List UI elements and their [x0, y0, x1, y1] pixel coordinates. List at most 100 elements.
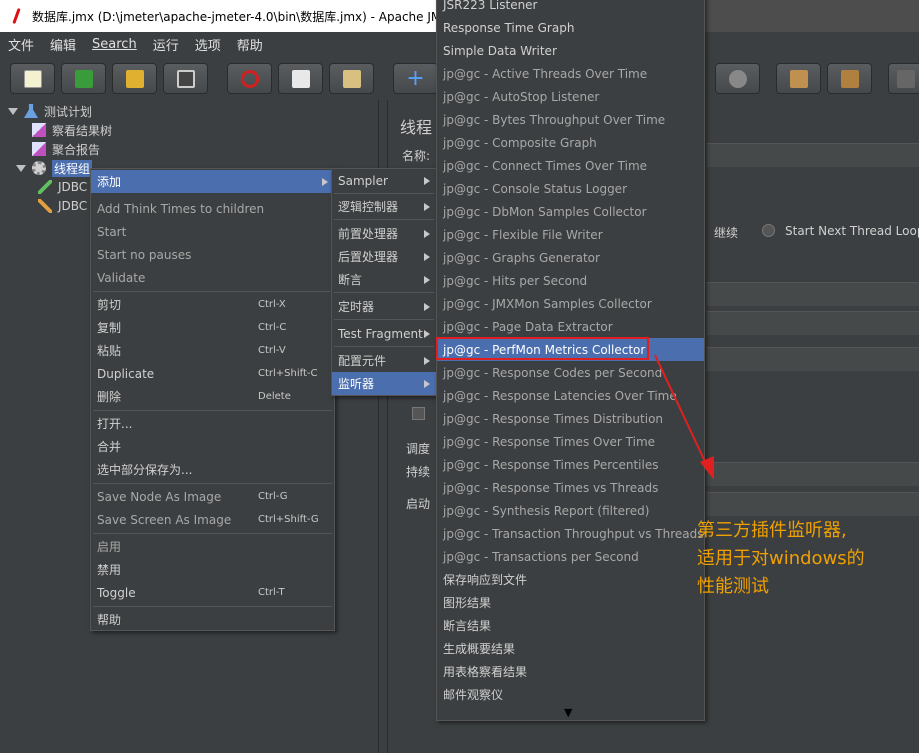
- listener-item[interactable]: jp@gc - Composite Graph: [437, 131, 704, 154]
- radio-continue[interactable]: 继续: [714, 224, 738, 241]
- listener-item[interactable]: jp@gc - JMXMon Samples Collector: [437, 292, 704, 315]
- submenu-item-assertion[interactable]: 断言: [332, 268, 436, 291]
- submenu-item-sampler[interactable]: Sampler: [332, 169, 436, 192]
- menu-item-toggle[interactable]: Toggle Ctrl-T: [91, 581, 334, 604]
- tree-node-test-plan[interactable]: 测试计划: [8, 102, 92, 120]
- startup-delay-field[interactable]: [706, 492, 919, 516]
- listener-item[interactable]: JSR223 Listener: [437, 0, 704, 16]
- search-button[interactable]: [888, 63, 919, 94]
- menu-search[interactable]: Search: [92, 37, 137, 52]
- submenu-arrow-icon: [424, 379, 430, 388]
- listener-item[interactable]: 保存响应到文件: [437, 568, 704, 591]
- menu-help[interactable]: 帮助: [237, 35, 263, 54]
- radio-start-next-loop[interactable]: Start Next Thread Loop: [785, 224, 919, 238]
- tree-node-jdbc-1[interactable]: JDBC: [38, 178, 87, 196]
- menu-item-validate[interactable]: Validate: [91, 266, 334, 289]
- menu-item-label: jp@gc - DbMon Samples Collector: [443, 204, 647, 219]
- menu-item-delete[interactable]: 删除 Delete: [91, 385, 334, 408]
- menu-item-duplicate[interactable]: Duplicate Ctrl+Shift-C: [91, 362, 334, 385]
- listener-item[interactable]: Simple Data Writer: [437, 39, 704, 62]
- listener-item[interactable]: jp@gc - Transactions per Second: [437, 545, 704, 568]
- expand-button[interactable]: +: [393, 63, 438, 94]
- menu-item-start-no-pauses[interactable]: Start no pauses: [91, 243, 334, 266]
- menu-run[interactable]: 运行: [153, 35, 179, 54]
- scroll-down-arrow-icon[interactable]: ▼: [564, 706, 572, 719]
- listener-item[interactable]: jp@gc - Bytes Throughput Over Time: [437, 108, 704, 131]
- menu-item-label: Validate: [97, 270, 146, 285]
- duration-field[interactable]: [706, 462, 919, 486]
- tree-node-thread-group[interactable]: 线程组: [16, 159, 93, 177]
- menu-item-label: 合并: [97, 440, 122, 454]
- listener-item[interactable]: jp@gc - DbMon Samples Collector: [437, 200, 704, 223]
- menu-item-add[interactable]: 添加: [91, 170, 334, 193]
- listener-item[interactable]: jp@gc - Transaction Throughput vs Thread…: [437, 522, 704, 545]
- menu-item-cut[interactable]: 剪切 Ctrl-X: [91, 293, 334, 316]
- listener-item[interactable]: 用表格察看结果: [437, 660, 704, 683]
- clear-all-button[interactable]: [827, 63, 872, 94]
- tree-node-view-results-tree[interactable]: 察看结果树: [32, 121, 112, 139]
- menu-item-disable[interactable]: 禁用: [91, 558, 334, 581]
- menu-item-save-selection-as[interactable]: 选中部分保存为...: [91, 458, 334, 481]
- listener-item[interactable]: jp@gc - Hits per Second: [437, 269, 704, 292]
- menu-file[interactable]: 文件: [8, 35, 34, 54]
- listener-item[interactable]: 生成概要结果: [437, 637, 704, 660]
- templates-button[interactable]: [61, 63, 106, 94]
- submenu-item-timer[interactable]: 定时器: [332, 295, 436, 318]
- templates-icon: [74, 69, 93, 88]
- listener-item[interactable]: 图形结果: [437, 591, 704, 614]
- listener-item[interactable]: jp@gc - Connect Times Over Time: [437, 154, 704, 177]
- input-field[interactable]: [706, 282, 919, 306]
- menu-item-paste[interactable]: 粘贴 Ctrl-V: [91, 339, 334, 362]
- listener-item[interactable]: jp@gc - Synthesis Report (filtered): [437, 499, 704, 522]
- menu-item-open[interactable]: 打开...: [91, 412, 334, 435]
- menu-item-label: Duplicate: [97, 366, 155, 381]
- tree-node-aggregate-report[interactable]: 聚合报告: [32, 140, 100, 158]
- listener-item[interactable]: 断言结果: [437, 614, 704, 637]
- new-button[interactable]: [10, 63, 55, 94]
- name-field[interactable]: [706, 143, 919, 167]
- menu-item-label: 断言结果: [443, 619, 492, 633]
- menu-item-help[interactable]: 帮助: [91, 608, 334, 631]
- radio-icon[interactable]: [762, 224, 775, 237]
- submenu-item-config-element[interactable]: 配置元件: [332, 349, 436, 372]
- menu-shortcut: Ctrl-X: [258, 299, 286, 310]
- submenu-item-pre-processor[interactable]: 前置处理器: [332, 222, 436, 245]
- paste-button[interactable]: [329, 63, 374, 94]
- tree-node-jdbc-2[interactable]: JDBC: [38, 197, 87, 215]
- copy-button[interactable]: [278, 63, 323, 94]
- listener-item[interactable]: Response Time Graph: [437, 16, 704, 39]
- scheduler-checkbox[interactable]: [412, 407, 425, 420]
- cut-button[interactable]: [227, 63, 272, 94]
- listener-item[interactable]: jp@gc - Console Status Logger: [437, 177, 704, 200]
- expand-arrow-icon: [8, 107, 18, 115]
- save-button[interactable]: [163, 63, 208, 94]
- broom-icon: [789, 69, 808, 88]
- submenu-item-post-processor[interactable]: 后置处理器: [332, 245, 436, 268]
- menu-options[interactable]: 选项: [195, 35, 221, 54]
- menu-item-start[interactable]: Start: [91, 220, 334, 243]
- listener-item[interactable]: jp@gc - Active Threads Over Time: [437, 62, 704, 85]
- menu-item-save-screen-image[interactable]: Save Screen As Image Ctrl+Shift-G: [91, 508, 334, 531]
- listener-item[interactable]: jp@gc - AutoStop Listener: [437, 85, 704, 108]
- menu-item-label: Test Fragment: [338, 326, 423, 341]
- submenu-item-test-fragment[interactable]: Test Fragment: [332, 322, 436, 345]
- menu-item-enable[interactable]: 启用: [91, 535, 334, 558]
- perfmon-highlight-box: [436, 337, 649, 360]
- submenu-item-listener[interactable]: 监听器: [332, 372, 436, 395]
- menu-item-copy[interactable]: 复制 Ctrl-C: [91, 316, 334, 339]
- listener-item[interactable]: 邮件观察仪: [437, 683, 704, 706]
- menu-item-merge[interactable]: 合并: [91, 435, 334, 458]
- shutdown-button[interactable]: [715, 63, 760, 94]
- menu-item-add-think-times[interactable]: Add Think Times to children: [91, 197, 334, 220]
- listener-item[interactable]: jp@gc - Flexible File Writer: [437, 223, 704, 246]
- input-field[interactable]: [706, 347, 919, 371]
- menu-edit[interactable]: 编辑: [50, 35, 76, 54]
- listener-item[interactable]: jp@gc - Graphs Generator: [437, 246, 704, 269]
- input-field[interactable]: [706, 311, 919, 335]
- open-button[interactable]: [112, 63, 157, 94]
- listener-item[interactable]: jp@gc - Page Data Extractor: [437, 315, 704, 338]
- clear-button[interactable]: [776, 63, 821, 94]
- menu-item-save-node-image[interactable]: Save Node As Image Ctrl-G: [91, 485, 334, 508]
- submenu-item-logic-controller[interactable]: 逻辑控制器: [332, 195, 436, 218]
- menu-item-label: 前置处理器: [338, 227, 399, 241]
